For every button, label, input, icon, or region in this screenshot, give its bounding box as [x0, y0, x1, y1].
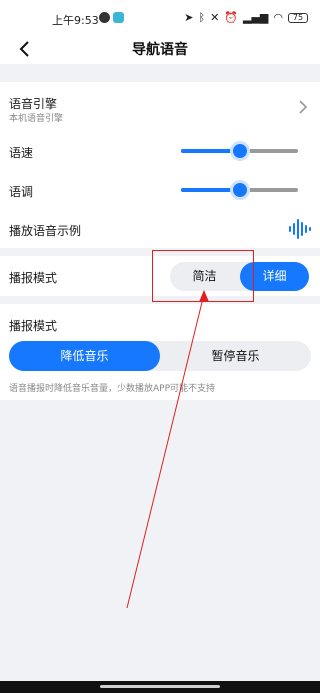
annotation-arrow — [126, 290, 209, 609]
home-indicator[interactable] — [100, 685, 220, 688]
